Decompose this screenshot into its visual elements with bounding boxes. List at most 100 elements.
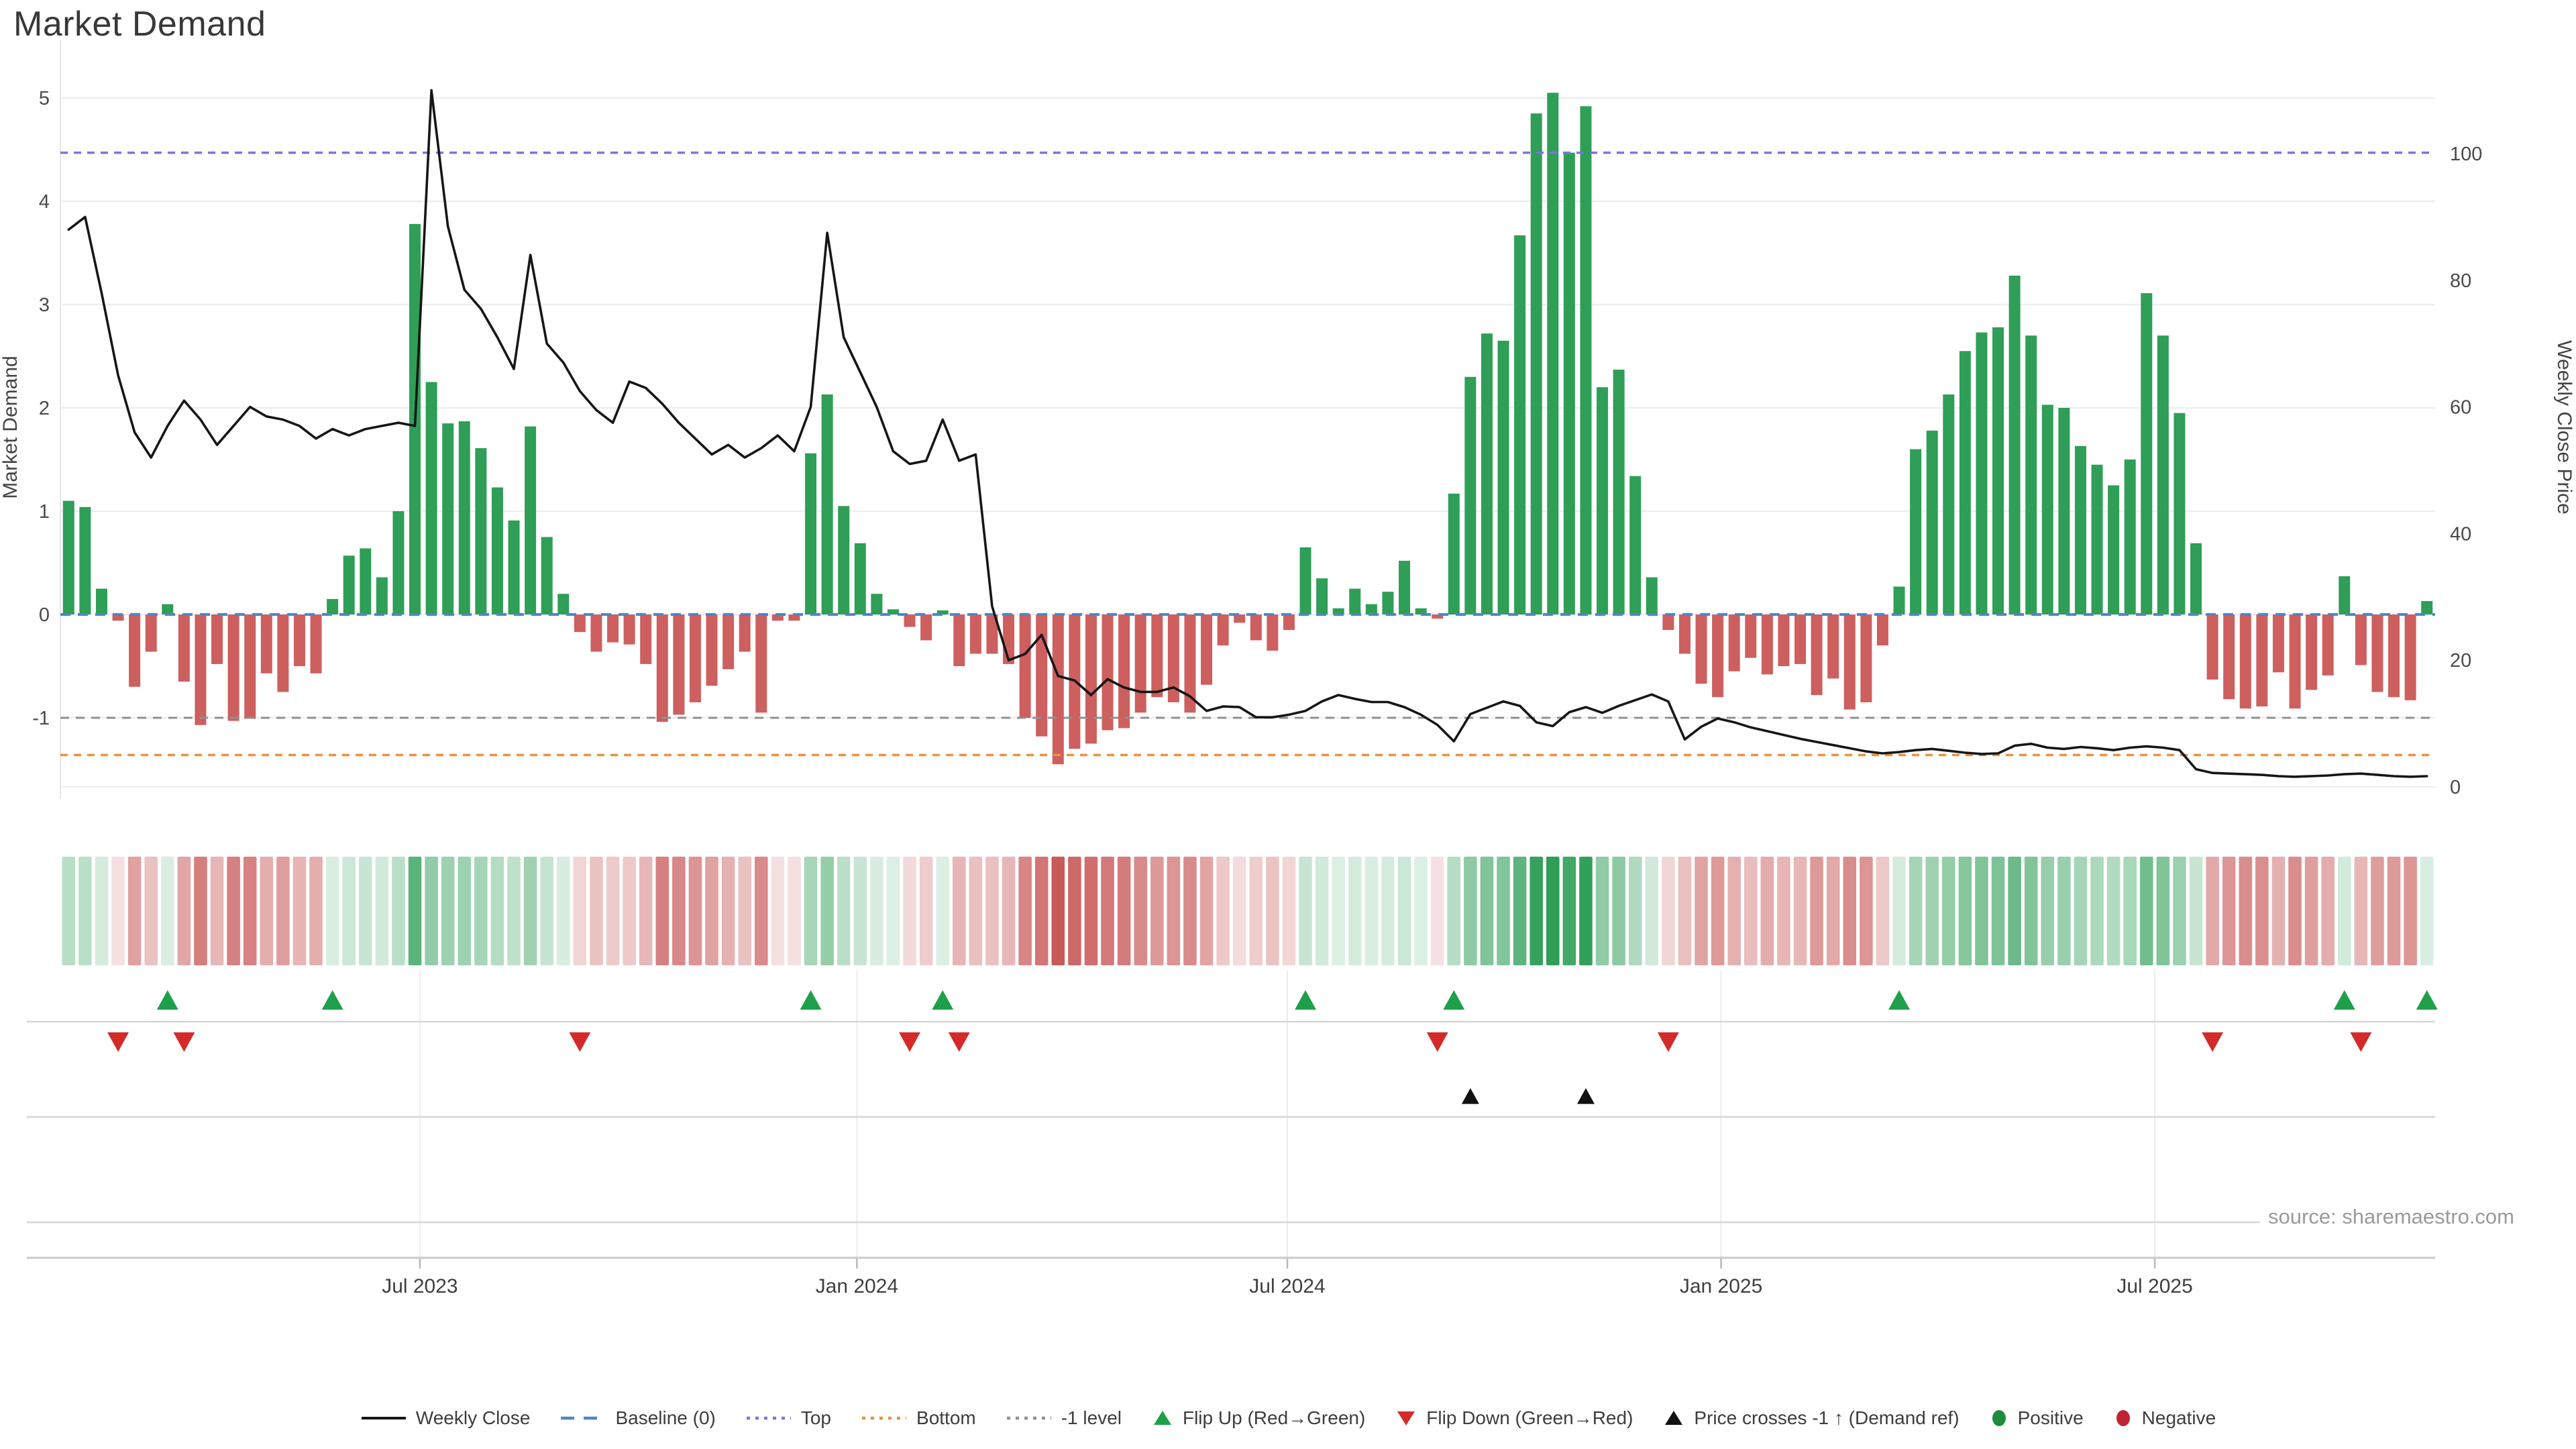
heatmap-cell xyxy=(458,857,472,965)
heatmap-cell xyxy=(788,857,801,965)
demand-bar xyxy=(1366,604,1377,614)
demand-bar xyxy=(1827,614,1839,678)
heatmap-cell xyxy=(144,857,158,965)
heatmap-cell xyxy=(1629,857,1642,965)
heatmap-cell xyxy=(1316,857,1329,965)
heatmap-cell xyxy=(1431,857,1444,965)
flip-down-marker xyxy=(2350,1032,2371,1052)
x-axis-tick: Jan 2024 xyxy=(816,1275,898,1297)
heatmap-cell xyxy=(820,857,834,965)
flip-down-marker xyxy=(107,1032,129,1052)
heatmap-cell xyxy=(2074,857,2088,965)
demand-bar xyxy=(2207,614,2218,680)
demand-bar xyxy=(2355,614,2367,665)
legend-item: Positive xyxy=(1989,1407,2084,1429)
demand-bar xyxy=(1960,351,1971,614)
demand-bar xyxy=(327,599,338,614)
heatmap-cell xyxy=(78,857,92,965)
demand-bar xyxy=(146,614,157,651)
legend-label: Weekly Close xyxy=(416,1407,531,1429)
heatmap-cell xyxy=(1810,857,1823,965)
demand-bar xyxy=(904,614,916,627)
demand-bar xyxy=(838,506,849,614)
heatmap-cell xyxy=(1546,857,1560,965)
heatmap-cell xyxy=(1860,857,1873,965)
demand-bar xyxy=(855,543,866,614)
heatmap-cell xyxy=(1909,857,1923,965)
legend-label: Flip Down (Green→Red) xyxy=(1426,1407,1633,1429)
heatmap-cell xyxy=(1167,857,1181,965)
demand-bar xyxy=(574,614,586,632)
demand-bar xyxy=(1201,614,1212,685)
demand-bar xyxy=(244,614,256,719)
demand-bar xyxy=(1597,387,1608,614)
demand-bar xyxy=(2174,413,2185,614)
legend-item: Flip Up (Red→Green) xyxy=(1151,1407,1365,1429)
flip-up-marker xyxy=(1443,990,1464,1010)
heatmap-cell xyxy=(1563,857,1576,965)
demand-bar xyxy=(1712,614,1723,697)
x-axis-tick: Jan 2025 xyxy=(1680,1275,1762,1297)
heatmap-cell xyxy=(2157,857,2170,965)
heatmap-cell xyxy=(211,857,224,965)
left-axis-tick: 4 xyxy=(39,191,50,213)
demand-bar xyxy=(277,614,288,692)
heatmap-cell xyxy=(1579,857,1593,965)
heatmap-cell xyxy=(1925,857,1939,965)
heatmap-cell xyxy=(1727,857,1741,965)
weekly-close-line xyxy=(68,91,2426,777)
demand-bar xyxy=(953,614,965,666)
demand-bar xyxy=(2025,335,2037,614)
demand-bar xyxy=(722,614,734,669)
price-cross-marker xyxy=(1577,1088,1595,1104)
demand-bar xyxy=(228,614,239,721)
heatmap-cell xyxy=(524,857,537,965)
demand-bar xyxy=(739,614,751,651)
heatmap-cell xyxy=(342,857,356,965)
heatmap-cell xyxy=(755,857,768,965)
demand-bar xyxy=(1085,614,1097,744)
demand-bar xyxy=(1349,589,1360,615)
demand-bar xyxy=(2058,408,2070,614)
heatmap-cell xyxy=(1678,857,1692,965)
heatmap-cell xyxy=(920,857,933,965)
heatmap-cell xyxy=(244,857,257,965)
heatmap-cell xyxy=(2404,857,2417,965)
heatmap-cell xyxy=(1596,857,1609,965)
demand-bar xyxy=(673,614,684,714)
heatmap-cell xyxy=(293,857,307,965)
heatmap-cell xyxy=(722,857,735,965)
demand-bar xyxy=(1580,106,1591,614)
heatmap-cell xyxy=(227,857,240,965)
heatmap-cell xyxy=(1002,857,1016,965)
demand-bar xyxy=(459,421,470,614)
demand-bar xyxy=(294,614,305,666)
heatmap-cell xyxy=(1464,857,1477,965)
legend-item: Top xyxy=(745,1407,831,1429)
demand-bar xyxy=(1300,547,1311,614)
heatmap-cell xyxy=(1876,857,1890,965)
demand-bar xyxy=(1662,614,1674,630)
heatmap-cell xyxy=(376,857,389,965)
demand-bar xyxy=(1844,614,1856,710)
heatmap-cell xyxy=(672,857,686,965)
left-axis-tick: 1 xyxy=(39,501,50,523)
demand-bar xyxy=(1316,578,1328,614)
legend-label: Positive xyxy=(2018,1407,2084,1429)
heatmap-cell xyxy=(1266,857,1279,965)
heatmap-cell xyxy=(738,857,751,965)
demand-bar xyxy=(1053,614,1064,764)
demand-bar xyxy=(1745,614,1756,658)
demand-bar xyxy=(195,614,206,725)
heatmap-cell xyxy=(1118,857,1131,965)
flip-down-marker xyxy=(173,1032,195,1052)
demand-bar xyxy=(1729,614,1740,672)
demand-bar xyxy=(261,614,272,674)
demand-bar xyxy=(2108,486,2119,615)
demand-bar xyxy=(63,501,74,614)
demand-bar xyxy=(805,453,816,614)
flip-up-marker xyxy=(157,990,178,1010)
demand-bar xyxy=(706,614,718,686)
heatmap-cell xyxy=(1150,857,1164,965)
heatmap-cell xyxy=(1250,857,1263,965)
